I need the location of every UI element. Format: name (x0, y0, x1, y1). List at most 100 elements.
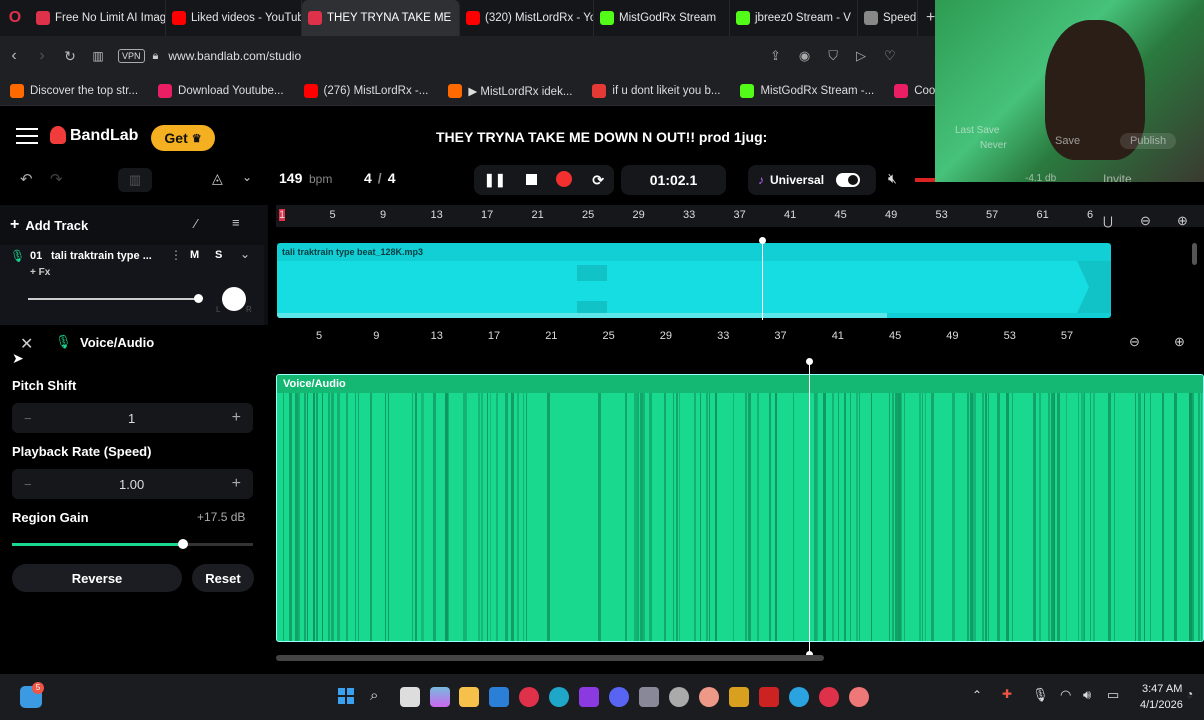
browser-tab[interactable]: Speed Dial (858, 0, 918, 36)
rate-increment-button[interactable]: + (232, 475, 241, 493)
fx-button[interactable]: + Fx (30, 267, 50, 278)
microphone-icon[interactable]: 🎙︎ (1032, 687, 1049, 703)
zoom-out-icon[interactable]: ⊖ (1140, 213, 1151, 229)
reload-icon[interactable]: ↻ (56, 48, 84, 65)
app-icon-pink[interactable] (699, 687, 719, 707)
clock-date[interactable]: 4/1/2026 (1140, 699, 1183, 711)
loop-button[interactable]: ⟳ (592, 172, 604, 189)
tempo-value[interactable]: 149 (279, 170, 302, 186)
timeline-ruler-top[interactable]: 1 5 9 13 17 21 25 29 33 37 41 45 49 53 57 61 6 (276, 205, 1204, 227)
metronome-icon[interactable]: ◬ (212, 170, 223, 187)
edge-icon[interactable] (549, 687, 569, 707)
brand-name[interactable]: BandLab (70, 127, 138, 145)
reset-button[interactable]: Reset (192, 564, 254, 592)
record-button[interactable] (556, 170, 573, 190)
bookmark-item[interactable]: ▶ MistLordRx idek... (438, 83, 582, 98)
automation-icon[interactable]: ≡ (232, 215, 240, 230)
browser-tab[interactable]: MistGodRx Stream (594, 0, 730, 36)
bookmark-item[interactable]: (276) MistLordRx -... (294, 83, 439, 98)
bookmark-item[interactable]: if u dont likeit you b... (582, 83, 730, 98)
add-track-button[interactable]: + Add Track (10, 213, 120, 237)
clock-time[interactable]: 3:47 AM (1142, 683, 1182, 695)
tuner-toggle[interactable] (836, 173, 861, 187)
rate-value[interactable]: 1.00 (119, 477, 144, 492)
horizontal-scrollbar[interactable] (276, 655, 824, 661)
tray-app-icon[interactable]: ✚ (1002, 687, 1012, 701)
keyboard-icon[interactable]: ▥ (118, 168, 152, 192)
beat-audio-region[interactable]: tali traktrain type beat_128K.mp3 (277, 243, 1111, 318)
telegram-icon[interactable] (789, 687, 809, 707)
new-tab-icon[interactable]: + (926, 9, 935, 27)
vertical-scrollbar[interactable] (1192, 243, 1197, 265)
track-name[interactable]: tali traktrain type ... (51, 250, 161, 262)
project-title[interactable]: THEY TRYNA TAKE ME DOWN N OUT!! prod 1ju… (436, 129, 767, 145)
bookmark-item[interactable]: Discover the top str... (0, 83, 148, 98)
pitch-shift-stepper[interactable]: − 1 + (12, 403, 253, 433)
app-icon-yellow[interactable] (729, 687, 749, 707)
track-volume-slider[interactable] (28, 298, 200, 300)
pitch-value[interactable]: 1 (128, 411, 135, 426)
opera-gx-icon[interactable] (819, 687, 839, 707)
editor-zoom-out-icon[interactable]: ⊖ (1129, 334, 1140, 350)
shield-icon[interactable]: ⛉ (828, 48, 838, 64)
app-icon-red[interactable] (759, 687, 779, 707)
playhead-top-handle[interactable] (759, 237, 766, 244)
time-signature[interactable]: 4 / 4 (364, 170, 395, 186)
playhead-editor[interactable] (809, 362, 810, 654)
reader-icon[interactable]: ▥ (84, 49, 112, 63)
undo-icon[interactable]: ↶ (20, 170, 33, 188)
invite-button[interactable]: Invite (1103, 172, 1132, 182)
url-field[interactable]: www.bandlab.com/studio (168, 49, 301, 63)
magnet-snap-icon[interactable]: ⋃ (1103, 214, 1113, 228)
chevron-up-icon[interactable]: ⌃ (972, 688, 982, 702)
wifi-icon[interactable]: ◠ (1060, 687, 1071, 703)
playhead-top[interactable] (762, 240, 763, 320)
more-options-icon[interactable]: ⋮ (170, 248, 182, 262)
playback-rate-stepper[interactable]: − 1.00 + (12, 469, 253, 499)
task-view-icon[interactable] (400, 687, 420, 707)
vpn-badge[interactable]: VPN (118, 49, 145, 63)
copilot-icon[interactable] (430, 687, 450, 707)
zoom-in-icon[interactable]: ⊕ (1177, 213, 1188, 229)
browser-tab[interactable]: (320) MistLordRx - Yo (460, 0, 594, 36)
file-explorer-icon[interactable] (459, 687, 479, 707)
back-icon[interactable]: ‹ (0, 47, 28, 65)
discord-icon[interactable] (609, 687, 629, 707)
stop-button[interactable] (525, 172, 537, 188)
opera-taskbar-icon[interactable] (519, 687, 539, 707)
chrome-icon[interactable] (849, 687, 869, 707)
rate-decrement-button[interactable]: − (24, 477, 32, 492)
lock-icon[interactable]: 🔒︎ (153, 50, 159, 63)
heart-icon[interactable]: ♡ (884, 48, 896, 64)
browser-tab[interactable]: jbreez0 Stream - V (730, 0, 858, 36)
pitch-decrement-button[interactable]: − (24, 411, 32, 426)
voice-audio-region[interactable]: Voice/Audio (276, 374, 1204, 642)
forward-icon[interactable]: › (28, 47, 56, 65)
browser-tab[interactable]: THEY TRYNA TAKE ME (302, 0, 460, 36)
speaker-mute-icon[interactable]: 🔇︎ (888, 170, 897, 187)
mute-button[interactable]: M (190, 249, 199, 261)
browser-tab[interactable]: Free No Limit AI Imag (30, 0, 166, 36)
pause-button[interactable]: ❚❚ (484, 172, 506, 188)
opera-logo-icon[interactable]: O (0, 9, 30, 27)
region-gain-slider[interactable] (12, 543, 253, 546)
instrument-selector[interactable]: ♪ Universal (748, 165, 876, 195)
windows-start-icon[interactable] (338, 688, 354, 704)
track-volume-thumb[interactable] (194, 294, 203, 303)
battery-icon[interactable]: ▭ (1107, 687, 1119, 703)
region-gain-thumb[interactable] (178, 539, 189, 549)
bookmark-item[interactable]: Download Youtube... (148, 83, 294, 98)
menu-icon[interactable] (16, 128, 38, 144)
pan-knob[interactable] (222, 287, 246, 311)
tool-wand-icon[interactable]: ⁄ (195, 216, 197, 231)
chevron-down-icon[interactable]: ⌄ (240, 247, 250, 261)
reverse-button[interactable]: Reverse (12, 564, 182, 592)
notification-bell-icon[interactable]: ◔ (1186, 687, 1193, 701)
chevron-down-icon[interactable]: ⌄ (242, 170, 252, 184)
camera-app-icon[interactable] (639, 687, 659, 707)
time-display[interactable]: 01:02.1 (621, 165, 726, 195)
save-button[interactable]: Save (1055, 135, 1080, 147)
browser-tab[interactable]: Liked videos - YouTub (166, 0, 302, 36)
mail-icon[interactable] (489, 687, 509, 707)
bookmark-item[interactable]: MistGodRx Stream -... (730, 83, 884, 98)
